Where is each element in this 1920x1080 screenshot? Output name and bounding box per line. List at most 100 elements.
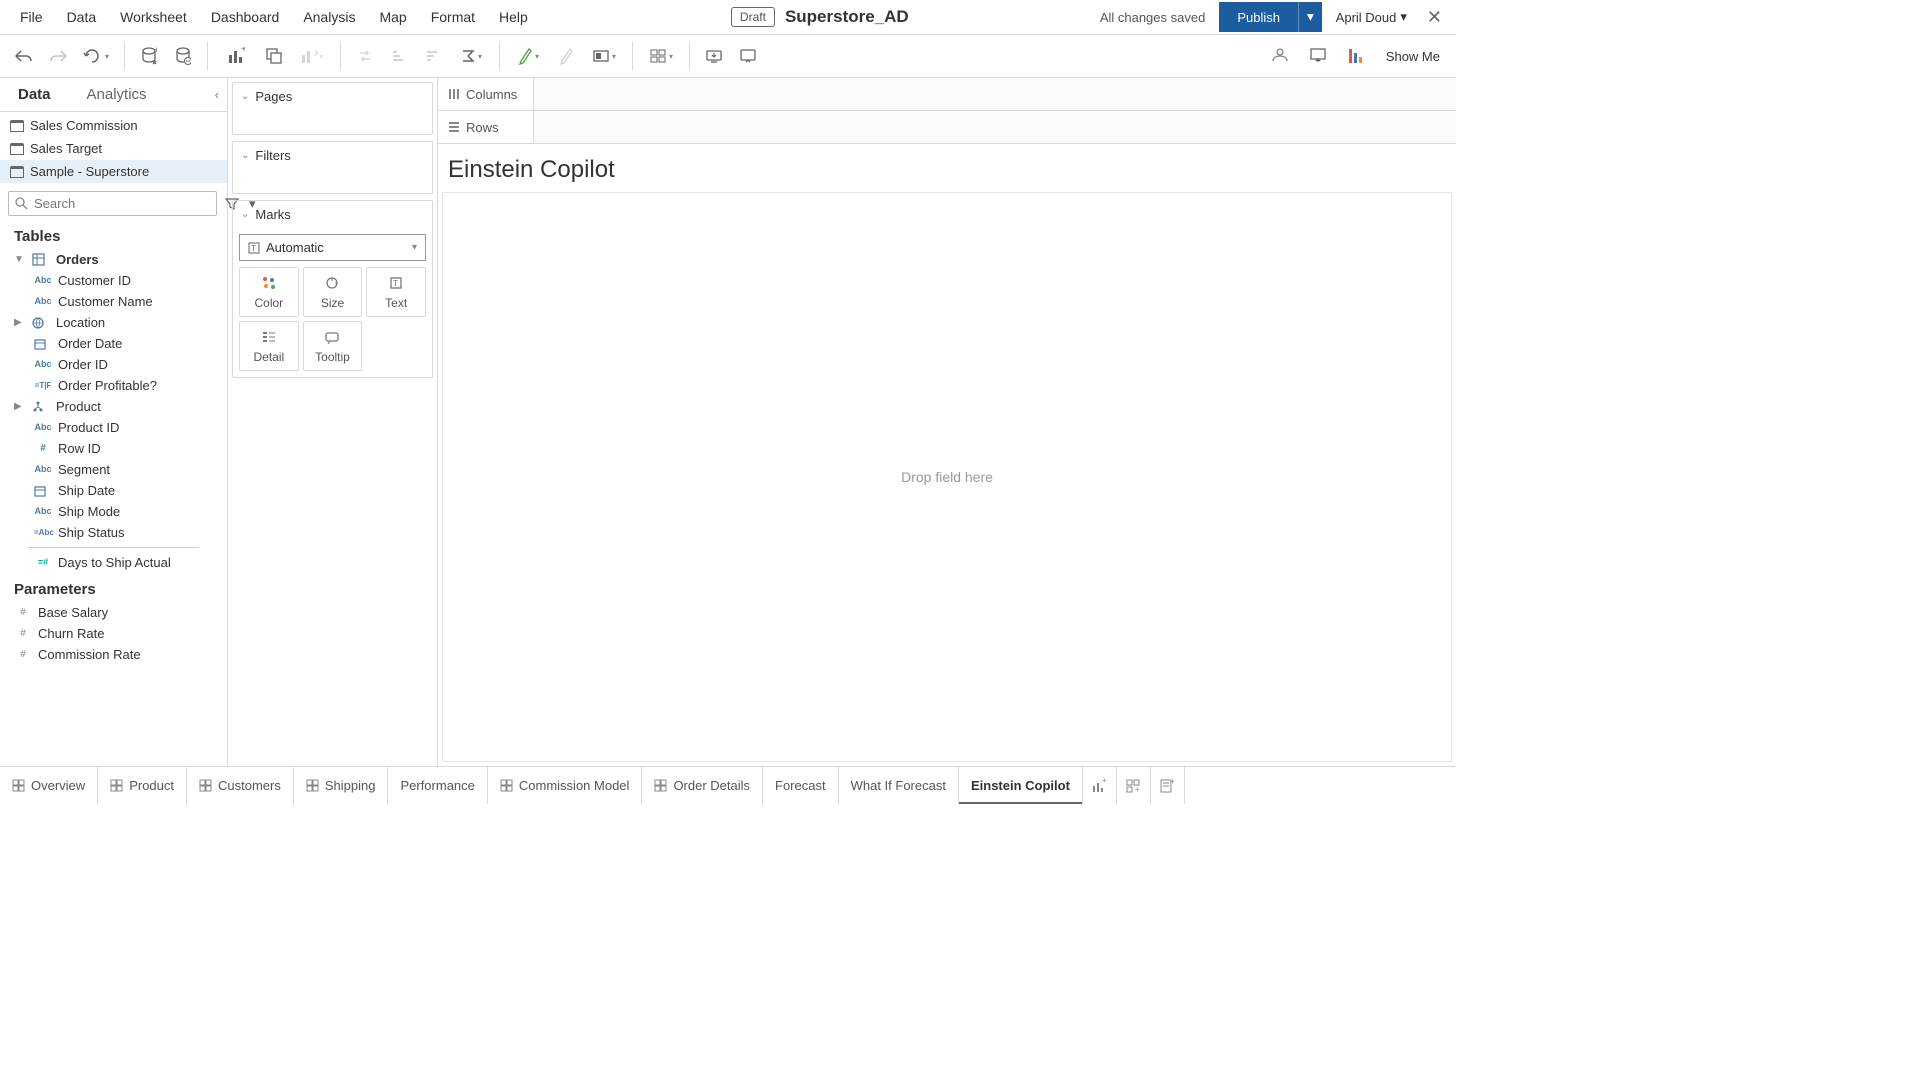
pages-shelf[interactable]: ⌄Pages [232, 82, 433, 135]
download-button[interactable] [698, 40, 730, 72]
field-item[interactable]: #Row ID [0, 438, 227, 459]
sheet-tab[interactable]: Shipping [294, 767, 389, 804]
data-guide-button[interactable] [1264, 40, 1296, 72]
field-item[interactable]: =T|FOrder Profitable? [0, 375, 227, 396]
datasource-item[interactable]: Sample - Superstore [0, 160, 227, 183]
field-item[interactable]: AbcShip Mode [0, 501, 227, 522]
clear-button[interactable]: ✕▾ [292, 40, 332, 72]
field-label: Product ID [58, 420, 119, 435]
publish-button[interactable]: Publish [1219, 2, 1298, 32]
columns-shelf[interactable]: Columns [438, 78, 1456, 111]
field-type-icon: Abc [34, 275, 52, 286]
menu-map[interactable]: Map [367, 1, 418, 33]
search-input[interactable] [34, 196, 210, 211]
menu-data[interactable]: Data [55, 1, 109, 33]
presentation-button[interactable] [732, 40, 764, 72]
menu-analysis[interactable]: Analysis [291, 1, 367, 33]
redo-button[interactable] [42, 40, 74, 72]
field-label: Order ID [58, 357, 108, 372]
mark-card-size[interactable]: Size [303, 267, 363, 317]
viz-drop-area[interactable]: Drop field here [442, 192, 1452, 762]
sheet-tab[interactable]: Order Details [642, 767, 763, 804]
size-icon [323, 274, 341, 292]
rows-shelf[interactable]: Rows [438, 111, 1456, 144]
parameter-item[interactable]: #Commission Rate [0, 644, 227, 665]
present-button[interactable] [1302, 40, 1334, 72]
sheet-tab[interactable]: Customers [187, 767, 294, 804]
field-type-icon: Abc [34, 506, 52, 517]
field-item[interactable]: AbcOrder ID [0, 354, 227, 375]
mark-type-dropdown[interactable]: T Automatic ▾ [239, 234, 426, 261]
sheet-title[interactable]: Einstein Copilot [438, 144, 1456, 192]
new-worksheet-button[interactable]: + [216, 40, 256, 72]
field-item[interactable]: AbcCustomer Name [0, 291, 227, 312]
tab-analytics[interactable]: Analytics [69, 78, 165, 111]
field-item[interactable]: ▶Product [0, 396, 227, 417]
swap-button[interactable] [349, 40, 381, 72]
show-cards-button[interactable]: ▾ [641, 40, 681, 72]
sheet-tab[interactable]: Einstein Copilot [959, 767, 1083, 804]
new-datasource-button[interactable]: + [133, 40, 165, 72]
undo-button[interactable] [8, 40, 40, 72]
sheet-tab[interactable]: Commission Model [488, 767, 643, 804]
draft-badge: Draft [731, 7, 775, 27]
fit-button[interactable]: ▾ [584, 40, 624, 72]
parameter-item[interactable]: #Churn Rate [0, 623, 227, 644]
sheet-label: Customers [218, 778, 281, 793]
highlight-button[interactable]: ▾ [508, 40, 548, 72]
field-label: Customer Name [58, 294, 153, 309]
collapse-pane-button[interactable]: ‹ [207, 81, 227, 108]
table-orders[interactable]: ▼ Orders [0, 249, 227, 270]
menu-help[interactable]: Help [487, 1, 540, 33]
menu-format[interactable]: Format [419, 1, 487, 33]
pause-updates-button[interactable] [167, 40, 199, 72]
mark-card-tooltip[interactable]: Tooltip [303, 321, 363, 371]
field-item[interactable]: =#Days to Ship Actual [0, 552, 227, 573]
menu-file[interactable]: File [8, 1, 55, 33]
user-menu[interactable]: April Doud▾ [1336, 9, 1407, 25]
pane-tabs: Data Analytics ‹ [0, 78, 227, 112]
mark-card-color[interactable]: Color [239, 267, 299, 317]
field-item[interactable]: AbcProduct ID [0, 417, 227, 438]
menu-dashboard[interactable]: Dashboard [199, 1, 292, 33]
datasource-item[interactable]: Sales Commission [0, 114, 227, 137]
sheet-tab[interactable]: Forecast [763, 767, 839, 804]
filters-shelf[interactable]: ⌄Filters [232, 141, 433, 194]
field-item[interactable]: Order Date [0, 333, 227, 354]
totals-button[interactable]: ▾ [451, 40, 491, 72]
field-item[interactable]: Ship Date [0, 480, 227, 501]
text-icon: T [387, 274, 405, 292]
showme-icon[interactable] [1340, 40, 1372, 72]
duplicate-button[interactable] [258, 40, 290, 72]
field-label: Customer ID [58, 273, 131, 288]
field-item[interactable]: =AbcShip Status [0, 522, 227, 543]
datasource-item[interactable]: Sales Target [0, 137, 227, 160]
mark-card-text[interactable]: TText [366, 267, 426, 317]
close-button[interactable]: ✕ [1421, 7, 1448, 28]
publish-dropdown[interactable]: ▾ [1298, 2, 1322, 32]
field-item[interactable]: ▶Location [0, 312, 227, 333]
mark-card-detail[interactable]: Detail [239, 321, 299, 371]
field-item[interactable]: AbcSegment [0, 459, 227, 480]
revert-button[interactable]: ▾ [76, 40, 116, 72]
new-worksheet-button[interactable]: + [1083, 767, 1117, 804]
sheet-tab[interactable]: Performance [388, 767, 487, 804]
annotate-button[interactable] [550, 40, 582, 72]
search-field[interactable] [8, 191, 217, 216]
new-story-button[interactable]: + [1151, 767, 1185, 804]
showme-button[interactable]: Show Me [1378, 45, 1448, 68]
tab-data[interactable]: Data [0, 78, 69, 111]
sheet-tab[interactable]: Product [98, 767, 187, 804]
parameter-item[interactable]: #Base Salary [0, 602, 227, 623]
menu-worksheet[interactable]: Worksheet [108, 1, 199, 33]
sort-asc-button[interactable] [383, 40, 415, 72]
dashboard-icon [654, 779, 667, 792]
datasource-label: Sample - Superstore [30, 164, 149, 179]
new-dashboard-button[interactable]: + [1117, 767, 1151, 804]
field-item[interactable]: Abc Customer ID [0, 270, 227, 291]
sheet-tab[interactable]: Overview [0, 767, 98, 804]
sheet-label: Performance [400, 778, 474, 793]
sort-desc-button[interactable] [417, 40, 449, 72]
header-center: Draft Superstore_AD [540, 7, 1100, 27]
sheet-tab[interactable]: What If Forecast [839, 767, 959, 804]
